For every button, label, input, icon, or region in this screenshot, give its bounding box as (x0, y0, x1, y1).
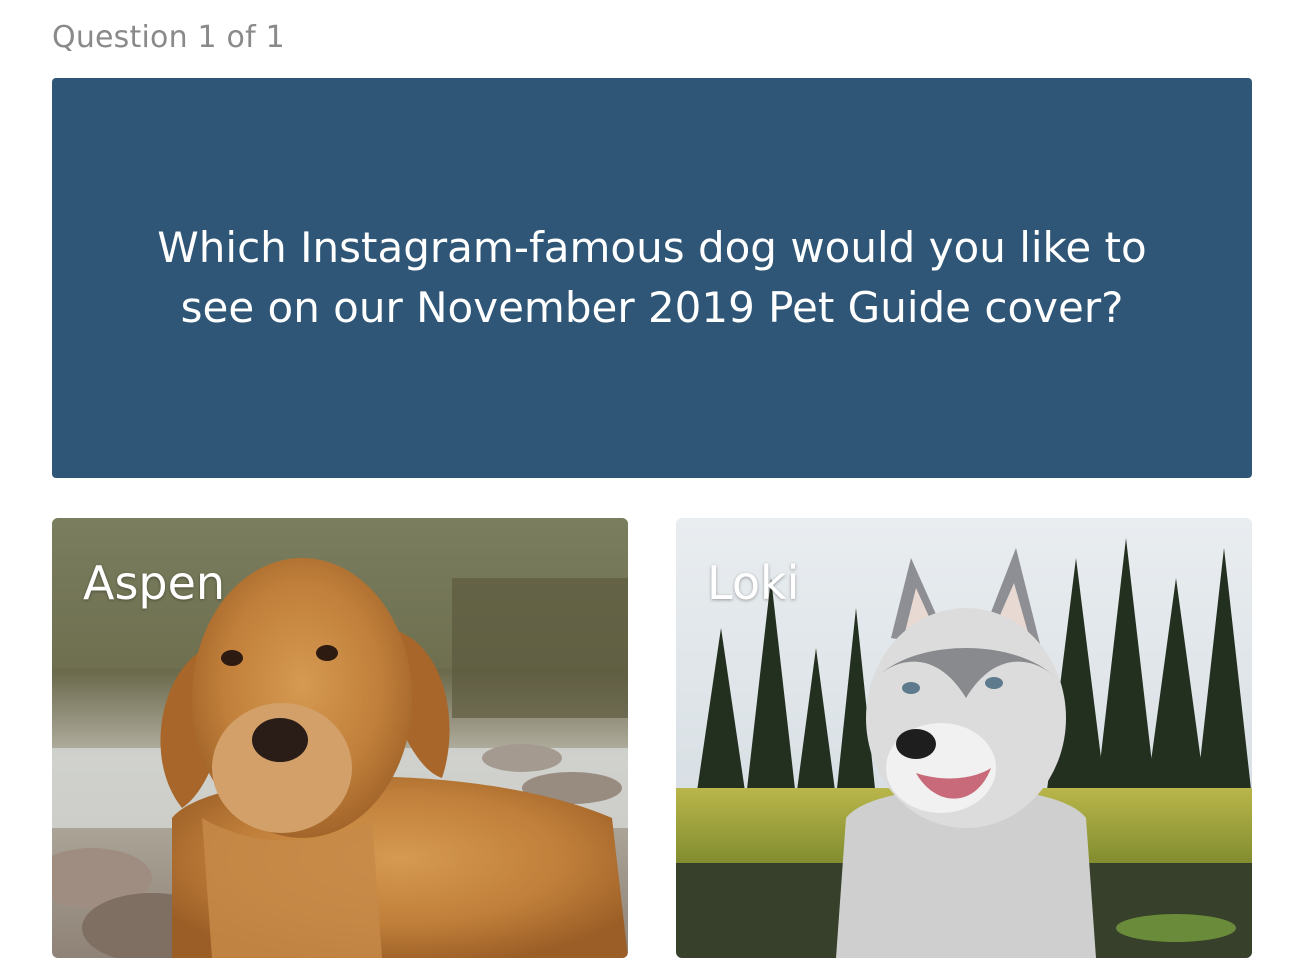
option-label-aspen: Aspen (83, 556, 226, 610)
option-card-aspen[interactable]: Aspen (52, 518, 628, 958)
question-counter: Question 1 of 1 (52, 20, 285, 55)
option-card-loki[interactable]: Loki (676, 518, 1252, 958)
option-label-loki: Loki (707, 556, 800, 610)
question-text: Which Instagram-famous dog would you lik… (157, 223, 1147, 332)
question-card: Which Instagram-famous dog would you lik… (52, 78, 1252, 478)
